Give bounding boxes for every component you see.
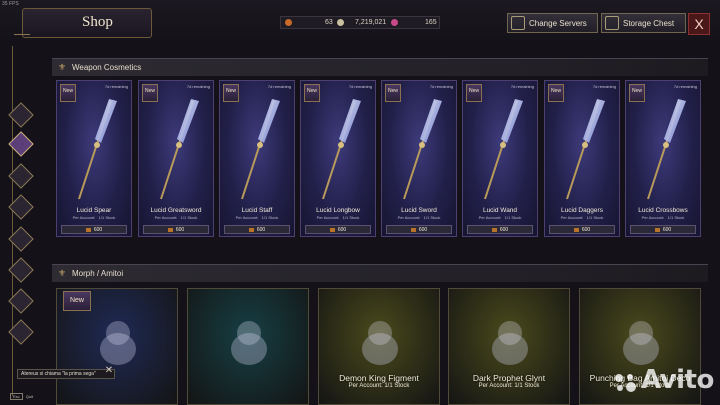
stock-info: Per Account: 1/1 Stock (316, 215, 360, 220)
red-token-icon (410, 227, 416, 232)
red-token-icon (248, 227, 254, 232)
morph-card[interactable]: New (56, 288, 178, 405)
tooltip-close-icon[interactable]: ✕ (104, 366, 114, 376)
price-button[interactable]: 600 (630, 225, 696, 234)
chat-tooltip: Atereus si chiama "la prima sega" (17, 369, 115, 379)
page-title: Shop (82, 14, 113, 30)
morph-stock: Per Account: 1/1 Stock (478, 383, 540, 389)
morph-name: Dark Prophet Glynt (472, 373, 546, 383)
morph-card[interactable]: Demon King Figment Per Account: 1/1 Stock (318, 288, 440, 405)
silver-coin-icon (337, 19, 344, 26)
remaining-time: 7d remaining (186, 84, 210, 89)
remaining-time: 7d remaining (267, 84, 291, 89)
storage-chest-button[interactable]: Storage Chest (601, 13, 686, 33)
chest-icon (605, 16, 619, 30)
stock-info: Per Account: 1/1 Stock (478, 215, 522, 220)
currency-red-token: 63 (285, 19, 333, 26)
item-name: Lucid Wand (482, 207, 518, 214)
item-name: Lucid Spear (76, 207, 112, 214)
stock-info: Per Account: 1/1 Stock (235, 215, 279, 220)
weapon-card[interactable]: New 7d remaining Lucid Longbow Per Account:… (300, 80, 376, 237)
red-token-icon (329, 227, 335, 232)
morph-icon (623, 321, 659, 365)
morph-icon (362, 321, 398, 365)
section-header-weapon-cosmetics[interactable]: ⚜ Weapon Cosmetics (52, 58, 708, 76)
red-token-icon (573, 227, 579, 232)
stock-info: Per Account: 1/1 Stock (560, 215, 604, 220)
weapon-card[interactable]: New 7d remaining Lucid Crossbows Per Accoun… (625, 80, 701, 237)
remaining-time: 7d remaining (348, 84, 372, 89)
weapon-card[interactable]: New 7d remaining Lucid Greatsword Per Accou… (138, 80, 214, 237)
rail-ornament (14, 34, 30, 43)
item-name: Lucid Daggers (561, 207, 603, 214)
weapon-icon (160, 99, 199, 200)
quit-hint[interactable]: Esc Quit (10, 393, 33, 400)
fleur-icon: ⚜ (58, 62, 67, 72)
fleur-icon: ⚜ (58, 268, 67, 278)
item-name: Lucid Longbow (316, 207, 360, 214)
weapon-card[interactable]: New 7d remaining Lucid Spear Per Account: 1… (56, 80, 132, 237)
stock-info: Per Account: 1/1 Stock (397, 215, 441, 220)
remaining-time: 7d remaining (429, 84, 453, 89)
remaining-time: 7d remaining (592, 84, 616, 89)
weapon-icon (322, 99, 361, 200)
price-button[interactable]: 600 (61, 225, 127, 234)
morph-icon (100, 321, 136, 365)
pink-gem-icon (391, 19, 398, 26)
red-token-icon (85, 227, 91, 232)
weapon-card[interactable]: New 7d remaining Lucid Wand Per Account: 1/… (462, 80, 538, 237)
weapon-icon (241, 99, 280, 200)
section-header-morph[interactable]: ⚜ Morph / Amitoi (52, 264, 708, 282)
currency-pink-gem: 165 (391, 19, 437, 26)
currency-silver-coin: 7,219,021 (337, 19, 386, 26)
morph-card[interactable] (187, 288, 309, 405)
red-token-icon (167, 227, 173, 232)
price-button[interactable]: 600 (467, 225, 533, 234)
remaining-time: 7d remaining (673, 84, 697, 89)
morph-icon (492, 321, 528, 365)
stock-info: Per Account: 1/1 Stock (641, 215, 685, 220)
red-token-icon (285, 19, 292, 26)
avito-watermark: Avito (641, 365, 714, 395)
fps-counter: 35 FPS (2, 1, 19, 7)
item-name: Lucid Greatsword (150, 207, 202, 214)
morph-name: Demon King Figment (339, 373, 419, 383)
price-button[interactable]: 600 (386, 225, 452, 234)
avito-logo-icon (615, 374, 636, 392)
category-rail (12, 46, 33, 396)
change-servers-button[interactable]: Change Servers (507, 13, 598, 33)
price-button[interactable]: 600 (143, 225, 209, 234)
price-button[interactable]: 600 (549, 225, 615, 234)
quit-label: Quit (25, 394, 34, 399)
weapon-card[interactable]: New 7d remaining Lucid Daggers Per Account:… (544, 80, 620, 237)
esc-key: Esc (10, 393, 23, 400)
globe-icon (511, 16, 525, 30)
weapon-card[interactable]: New 7d remaining Lucid Staff Per Account: 1… (219, 80, 295, 237)
remaining-time: 7d remaining (510, 84, 534, 89)
weapon-icon (78, 99, 117, 200)
new-badge: New (63, 291, 91, 311)
remaining-time: 7d remaining (104, 84, 128, 89)
red-token-icon (491, 227, 497, 232)
weapon-card[interactable]: New 7d remaining Lucid Sword Per Account: 1… (381, 80, 457, 237)
morph-icon (231, 321, 267, 365)
item-name: Lucid Staff (241, 207, 273, 214)
item-name: Lucid Sword (401, 207, 437, 214)
morph-card[interactable]: Dark Prophet Glynt Per Account: 1/1 Stock (448, 288, 570, 405)
item-name: Lucid Crossbows (638, 207, 688, 214)
weapon-icon (566, 99, 605, 200)
red-token-icon (654, 227, 660, 232)
weapon-icon (484, 99, 523, 200)
stock-info: Per Account: 1/1 Stock (154, 215, 198, 220)
price-button[interactable]: 600 (305, 225, 371, 234)
close-button[interactable]: X (688, 13, 710, 35)
stock-info: Per Account: 1/1 Stock (72, 215, 116, 220)
currency-bar: 63 7,219,021 165 (280, 16, 440, 29)
weapon-icon (403, 99, 442, 200)
weapon-icon (647, 99, 686, 200)
morph-stock: Per Account: 1/1 Stock (348, 383, 410, 389)
price-button[interactable]: 600 (224, 225, 290, 234)
